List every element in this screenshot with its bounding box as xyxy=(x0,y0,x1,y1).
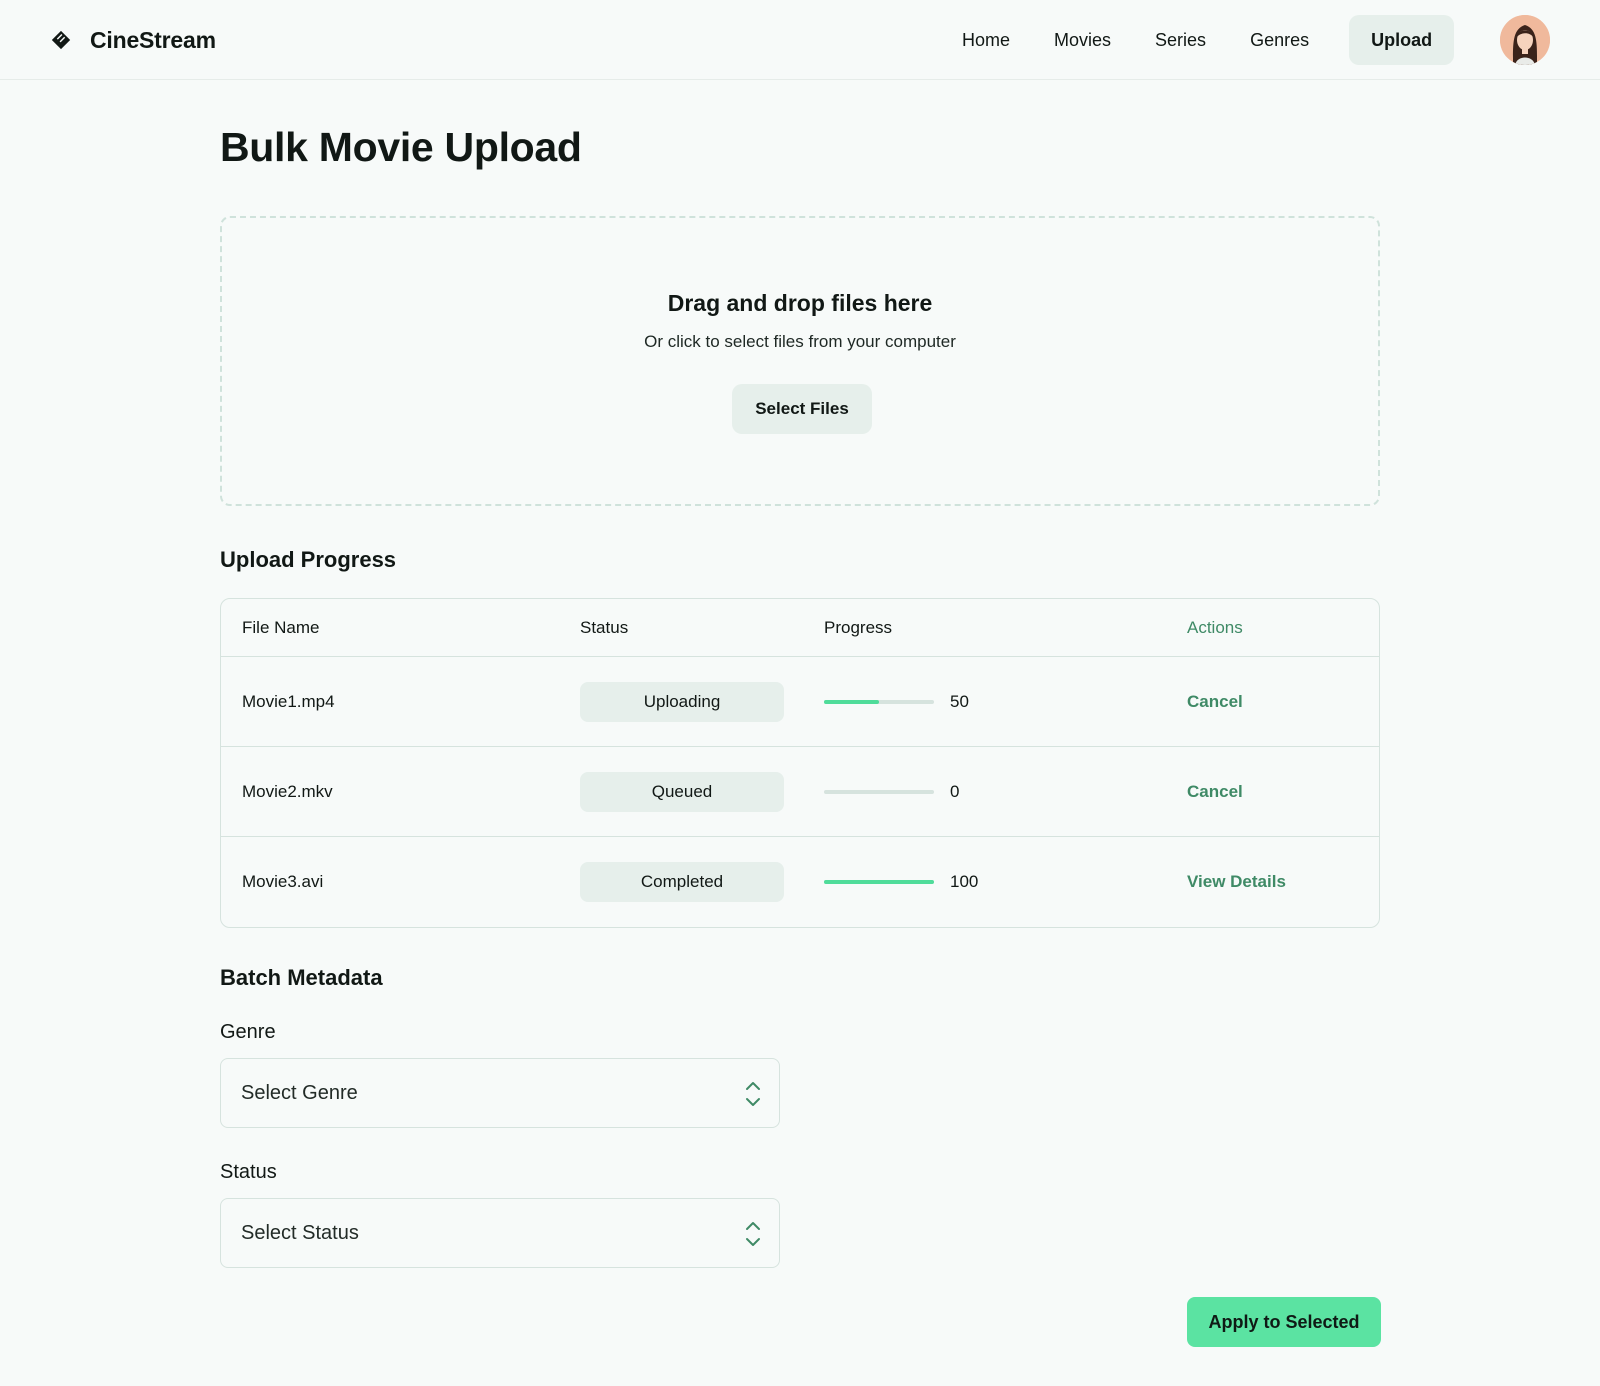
column-header-status: Status xyxy=(580,617,629,637)
table-row: Movie3.avi Completed 100 View Details xyxy=(221,837,1379,927)
status-badge: Uploading xyxy=(580,681,784,722)
dropzone-title: Drag and drop files here xyxy=(667,290,933,316)
status-select[interactable]: Select Status xyxy=(220,1198,780,1268)
file-dropzone[interactable]: Drag and drop files here Or click to sel… xyxy=(220,216,1380,506)
brand-name: CineStream xyxy=(90,26,216,53)
status-label: Status xyxy=(220,1161,277,1183)
select-files-button[interactable]: Select Files xyxy=(732,384,872,434)
progress-bar-fill xyxy=(824,699,879,704)
chevron-up-down-icon xyxy=(746,1222,760,1246)
progress-value: 50 xyxy=(950,691,969,711)
table-row: Movie1.mp4 Uploading 50 Cancel xyxy=(221,657,1379,747)
nav-genres[interactable]: Genres xyxy=(1228,15,1331,65)
cancel-upload-link[interactable]: Cancel xyxy=(1187,692,1243,712)
progress-value: 0 xyxy=(950,781,960,801)
upload-progress-table: File Name Status Progress Actions Movie1… xyxy=(220,598,1380,928)
progress-value: 100 xyxy=(950,872,979,891)
file-name: Movie3.avi xyxy=(242,872,324,891)
status-select-value: Select Status xyxy=(241,1221,359,1244)
nav-movies[interactable]: Movies xyxy=(1032,15,1133,65)
apply-to-selected-button[interactable]: Apply to Selected xyxy=(1187,1297,1381,1347)
cancel-upload-link[interactable]: Cancel xyxy=(1187,782,1243,802)
ticket-icon xyxy=(51,30,71,50)
page-title: Bulk Movie Upload xyxy=(220,124,582,170)
genre-label: Genre xyxy=(220,1021,276,1043)
column-header-file-name: File Name xyxy=(242,617,320,637)
brand[interactable]: CineStream xyxy=(50,22,216,58)
upload-progress-heading: Upload Progress xyxy=(220,547,397,572)
main-nav: Home Movies Series Genres Upload xyxy=(940,15,1455,65)
table-row: Movie2.mkv Queued 0 Cancel xyxy=(221,747,1379,837)
column-header-actions: Actions xyxy=(1187,617,1243,637)
progress-bar xyxy=(824,699,934,704)
progress-bar-fill xyxy=(824,880,934,884)
status-badge: Completed xyxy=(580,862,784,902)
chevron-up-down-icon xyxy=(746,1082,760,1106)
batch-metadata-heading: Batch Metadata xyxy=(220,965,383,990)
file-name: Movie1.mp4 xyxy=(242,691,335,711)
nav-home[interactable]: Home xyxy=(940,15,1032,65)
progress-bar xyxy=(824,880,934,884)
table-header-row: File Name Status Progress Actions xyxy=(221,599,1379,657)
nav-upload[interactable]: Upload xyxy=(1349,15,1455,65)
progress-bar xyxy=(824,789,934,794)
dropzone-subtitle: Or click to select files from your compu… xyxy=(644,332,956,351)
genre-select[interactable]: Select Genre xyxy=(220,1058,780,1128)
genre-select-value: Select Genre xyxy=(241,1081,358,1104)
file-name: Movie2.mkv xyxy=(242,781,333,801)
avatar-portrait-icon xyxy=(1500,15,1550,65)
nav-series[interactable]: Series xyxy=(1133,15,1228,65)
view-details-link[interactable]: View Details xyxy=(1187,872,1286,892)
column-header-progress: Progress xyxy=(824,617,893,637)
top-navigation-bar: CineStream Home Movies Series Genres Upl… xyxy=(0,0,1600,80)
avatar[interactable] xyxy=(1500,15,1550,65)
status-badge: Queued xyxy=(580,771,784,812)
